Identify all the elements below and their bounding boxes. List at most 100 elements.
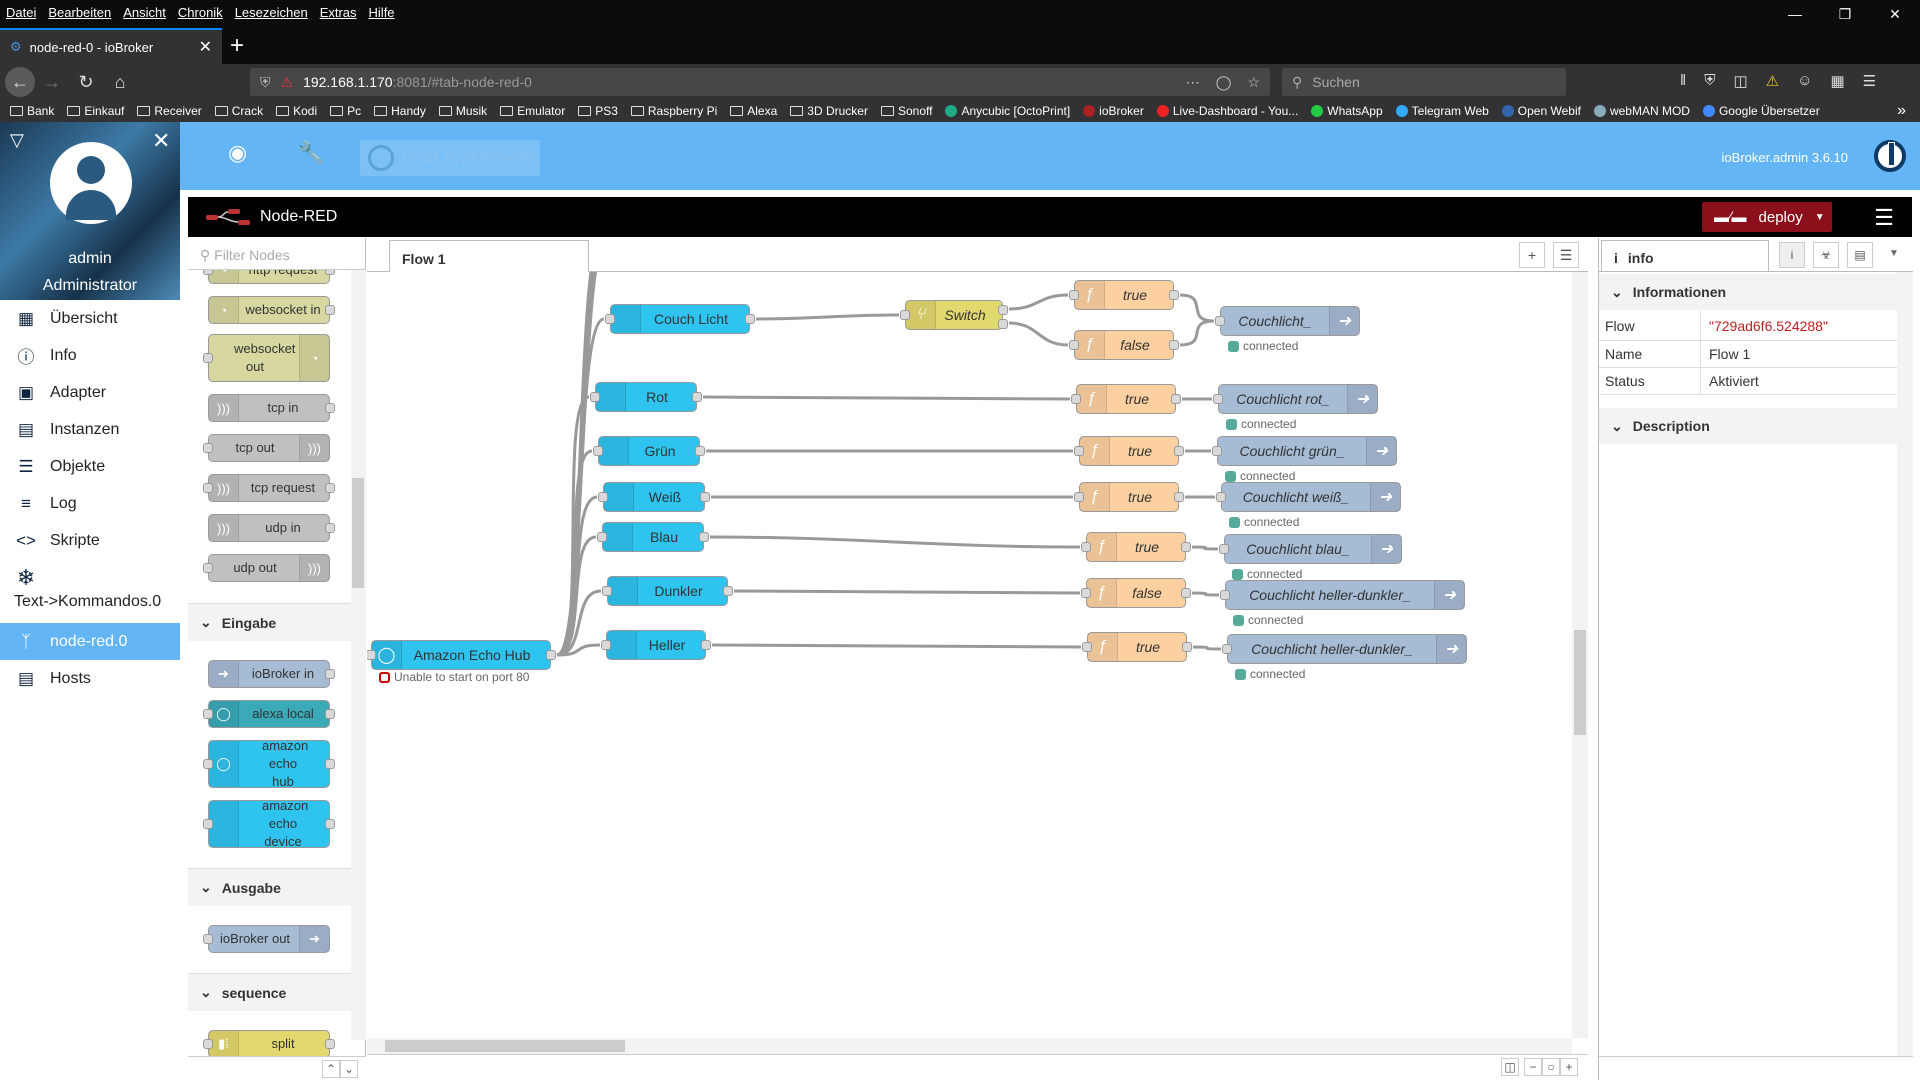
output-port[interactable] <box>325 403 335 413</box>
output-port[interactable] <box>325 270 335 275</box>
output-port[interactable] <box>1181 542 1191 552</box>
palette-node-http-request[interactable]: ◔http request <box>203 270 335 284</box>
dashboard-chart-icon[interactable]: ▤ <box>1847 242 1873 268</box>
list-flows-icon[interactable]: ☰ <box>1553 242 1579 268</box>
sidebar-icon[interactable]: ◫ <box>1733 72 1747 90</box>
nav-text-kommandos[interactable]: ❄ Text->Kommandos.0 <box>0 559 180 623</box>
palette-node-split[interactable]: ▮⁞ split <box>203 1030 335 1056</box>
menu-hilfe[interactable]: Hilfe <box>369 5 395 20</box>
input-port[interactable] <box>1215 316 1225 326</box>
node-device-3[interactable]: Weiß <box>598 482 710 512</box>
bookmark-item[interactable]: Einkauf <box>67 104 124 118</box>
section-description[interactable]: ⌄ Description <box>1599 408 1897 444</box>
gift-icon[interactable]: ▦ <box>1830 72 1844 90</box>
output-port[interactable] <box>700 492 710 502</box>
input-port[interactable] <box>602 586 612 596</box>
node-iobroker-out-2[interactable]: ➜ Couchlicht grün_ <box>1212 436 1397 466</box>
tab-info[interactable]: i info <box>1601 240 1769 272</box>
input-port[interactable] <box>1220 590 1230 600</box>
output-port[interactable] <box>1174 492 1184 502</box>
node-function-6[interactable]: ƒ false <box>1081 578 1191 608</box>
node-function-7[interactable]: ƒ true <box>1082 632 1192 662</box>
wire[interactable] <box>711 643 1082 649</box>
bookmark-item[interactable]: Pc <box>330 104 361 118</box>
nav-adapter[interactable]: ▣ Adapter <box>0 374 180 411</box>
output-port[interactable] <box>325 709 335 719</box>
input-port[interactable] <box>203 819 213 829</box>
input-port[interactable] <box>1069 340 1079 350</box>
output-port[interactable] <box>695 446 705 456</box>
input-port[interactable] <box>1069 290 1079 300</box>
node-function-0[interactable]: ƒ true <box>1069 280 1179 310</box>
output-port[interactable] <box>1171 394 1181 404</box>
palette-node-alexa-local[interactable]: ◯ alexa local <box>203 700 335 728</box>
eye-icon[interactable]: ◉ <box>228 140 247 166</box>
expand-all-icon[interactable]: ⌄ <box>340 1060 358 1078</box>
output-port[interactable] <box>325 523 335 533</box>
input-port[interactable] <box>1071 394 1081 404</box>
canvas-vscroll-thumb[interactable] <box>1574 630 1586 735</box>
input-port[interactable] <box>367 650 376 660</box>
node-function-1[interactable]: ƒ false <box>1069 330 1179 360</box>
bookmark-star-icon[interactable]: ☆ <box>1247 74 1260 91</box>
bookmark-item[interactable]: Sonoff <box>880 104 932 118</box>
output-port[interactable] <box>325 669 335 679</box>
bookmark-item[interactable]: Handy <box>374 104 426 118</box>
input-port[interactable] <box>605 314 615 324</box>
palette-scrollbar[interactable] <box>351 270 366 1040</box>
navigator-map-icon[interactable]: ◫ <box>1501 1058 1519 1076</box>
new-tab-button[interactable]: + <box>230 32 244 60</box>
zoom-in-icon[interactable]: + <box>1560 1058 1578 1076</box>
section-informationen[interactable]: ⌄ Informationen <box>1599 274 1897 310</box>
output-port[interactable] <box>325 759 335 769</box>
output-port[interactable] <box>1181 588 1191 598</box>
prop-value[interactable]: "729ad6f6.524288" <box>1701 318 1828 334</box>
wire[interactable] <box>702 395 1071 401</box>
palette-category-sequence[interactable]: ⌄ sequence <box>188 973 351 1011</box>
wire[interactable] <box>1179 319 1215 347</box>
flow-canvas[interactable]: ◯ Amazon Echo Hub Unable to start on port … <box>367 272 1572 1038</box>
bookmark-item[interactable]: Raspberry Pi <box>630 104 717 118</box>
bookmarks-overflow-icon[interactable]: » <box>1897 102 1906 120</box>
app-menu-icon[interactable]: ☰ <box>1863 72 1876 90</box>
palette-node-websocket-out[interactable]: ◔ websocket out <box>203 334 330 382</box>
node-device-6[interactable]: Heller <box>601 630 711 660</box>
more-icon[interactable]: ⋯ <box>1186 74 1200 91</box>
menu-datei[interactable]: Datei <box>6 5 36 20</box>
url-bar[interactable]: ⛨ ⚠ 192.168.1.170:8081/#tab-node-red-0 ⋯… <box>250 68 1270 96</box>
nav-info[interactable]: ⓘ Info <box>0 337 180 374</box>
search-input[interactable]: ⚲ Suchen <box>1282 68 1566 96</box>
bookmark-item[interactable]: Crack <box>214 104 263 118</box>
palette-node-udp-in[interactable]: ))) udp in <box>208 514 335 542</box>
node-device-1[interactable]: Rot <box>590 382 702 412</box>
input-port[interactable] <box>597 532 607 542</box>
wire[interactable] <box>1008 321 1069 347</box>
close-menu-icon[interactable]: ✕ <box>152 128 170 154</box>
output-port[interactable] <box>325 819 335 829</box>
pocket-icon[interactable]: ◯ <box>1216 74 1232 91</box>
palette-category-ausgabe[interactable]: ⌄ Ausgabe <box>188 868 351 906</box>
nav-instanzen[interactable]: ▤ Instanzen <box>0 411 180 448</box>
node-function-2[interactable]: ƒ true <box>1071 384 1181 414</box>
restore-icon[interactable]: ❐ <box>1820 0 1870 28</box>
menu-lesezeichen[interactable]: Lesezeichen <box>235 5 308 20</box>
palette-node-tcp-out[interactable]: ))) tcp out <box>203 434 330 462</box>
palette-node-amazon-echo-hub[interactable]: ◯ amazon echo hub <box>203 738 335 789</box>
input-port[interactable] <box>203 759 213 769</box>
input-port[interactable] <box>203 709 213 719</box>
sidebar-scrollbar[interactable] <box>1897 272 1913 1057</box>
input-port[interactable] <box>203 1039 213 1049</box>
close-window-icon[interactable]: ✕ <box>1870 0 1920 28</box>
reload-button[interactable]: ↻ <box>69 67 103 97</box>
nav-skripte[interactable]: <> Skripte <box>0 522 180 559</box>
zoom-out-icon[interactable]: − <box>1524 1058 1542 1076</box>
input-port[interactable] <box>203 443 213 453</box>
output-port[interactable] <box>1169 290 1179 300</box>
nav-node-red[interactable]: ᛉ node-red.0 <box>0 623 180 660</box>
deploy-button[interactable]: ▬∕▬ deploy ▼ <box>1702 202 1832 232</box>
wire[interactable] <box>1191 591 1220 597</box>
input-port[interactable] <box>203 483 213 493</box>
node-red-menu-icon[interactable]: ☰ <box>1874 205 1894 231</box>
wire[interactable] <box>1179 293 1215 323</box>
nav-objekte[interactable]: ☰ Objekte <box>0 448 180 485</box>
